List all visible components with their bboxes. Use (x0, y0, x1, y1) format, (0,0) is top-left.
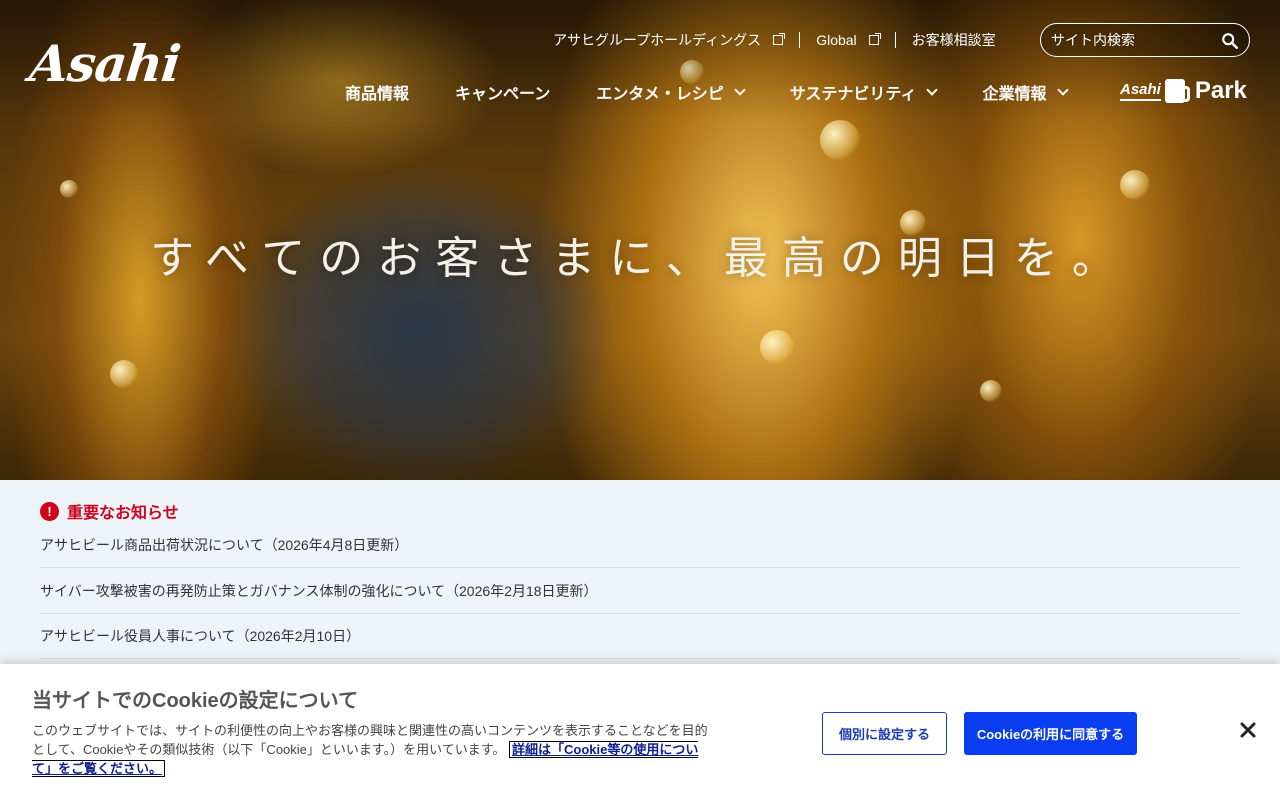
notice-item[interactable]: アサヒビール商品出荷状況について（2026年4月8日更新） (40, 523, 1240, 568)
util-link-support[interactable]: お客様相談室 (912, 30, 996, 50)
notices-heading-label: 重要なお知らせ (67, 505, 179, 522)
search-icon[interactable] (1221, 32, 1239, 50)
utility-links: アサヒグループホールディングス Global お客様相談室 (553, 30, 996, 50)
bubble-decoration (1120, 170, 1150, 200)
bubble-decoration (110, 360, 138, 388)
divider (799, 32, 801, 48)
hero-banner: Asahi アサヒグループホールディングス Global お客様相談室 商品情報… (0, 0, 1280, 480)
notice-item-label: サイバー攻撃被害の再発防止策とガバナンス体制の強化について（2026年2月18日… (40, 583, 598, 599)
hero-catchphrase: すべてのお客さまに、最高の明日を。 (150, 233, 1130, 284)
nav-item-campaign[interactable]: キャンペーン (455, 80, 550, 104)
cookie-description: このウェブサイトでは、サイトの利便性の向上やお客様の興味と関連性の高いコンテンツ… (32, 721, 712, 778)
nav-item-label: 商品情報 (345, 86, 410, 103)
notice-item[interactable]: サイバー攻撃被害の再発防止策とガバナンス体制の強化について（2026年2月18日… (40, 569, 1240, 614)
nav-item-label: 企業情報 (982, 86, 1047, 103)
park-logo-left: Asahi (1120, 81, 1161, 101)
chevron-down-icon (734, 84, 746, 96)
park-logo-right: Park (1194, 77, 1247, 104)
bubble-decoration (980, 380, 1002, 402)
close-icon[interactable] (1236, 718, 1260, 742)
external-link-icon (868, 33, 881, 45)
chevron-down-icon (1056, 84, 1069, 96)
nav-item-sustainability[interactable]: サステナビリティ (789, 80, 939, 104)
cookie-title: 当サイトでのCookieの設定について (32, 690, 359, 712)
global-nav: 商品情報 キャンペーン エンタメ・レシピ サステナビリティ 企業情報 (345, 80, 1069, 104)
asahi-park-logo[interactable]: Asahi Park (1120, 77, 1247, 105)
chevron-down-icon (926, 84, 939, 96)
notices-heading: ! 重要なお知らせ (40, 499, 179, 523)
bubble-decoration (820, 120, 860, 160)
nav-item-entertainment[interactable]: エンタメ・レシピ (596, 80, 746, 104)
cookie-accept-button[interactable]: Cookieの利用に同意する (964, 712, 1137, 755)
site-search (1040, 23, 1250, 57)
notice-item-label: アサヒビール役員人事について（2026年2月10日） (40, 628, 361, 644)
nav-item-label: キャンペーン (455, 86, 551, 103)
util-link-label: アサヒグループホールディングス (553, 32, 762, 48)
nav-item-label: エンタメ・レシピ (596, 86, 724, 103)
util-link-global[interactable]: Global (816, 32, 881, 48)
nav-item-label: サステナビリティ (789, 86, 917, 103)
divider (894, 32, 896, 48)
external-link-icon (773, 33, 786, 45)
cookie-settings-button[interactable]: 個別に設定する (822, 712, 947, 755)
cookie-banner: 当サイトでのCookieの設定について このウェブサイトでは、サイトの利便性の向… (0, 664, 1280, 800)
util-link-label: お客様相談室 (911, 32, 996, 48)
nav-item-company[interactable]: 企業情報 (982, 80, 1069, 104)
beer-mug-icon (1164, 79, 1190, 103)
nav-item-products[interactable]: 商品情報 (345, 80, 409, 104)
bubble-decoration (760, 330, 794, 364)
asahi-logo[interactable]: Asahi (27, 34, 183, 93)
notice-item[interactable]: アサヒビール役員人事について（2026年2月10日） (40, 614, 1240, 659)
search-input[interactable] (1051, 32, 1211, 48)
alert-icon: ! (40, 501, 59, 521)
util-link-label: Global (816, 32, 857, 48)
bubble-decoration (60, 180, 78, 198)
util-link-holdings[interactable]: アサヒグループホールディングス (553, 30, 786, 50)
notice-item-label: アサヒビール商品出荷状況について（2026年4月8日更新） (40, 537, 409, 553)
